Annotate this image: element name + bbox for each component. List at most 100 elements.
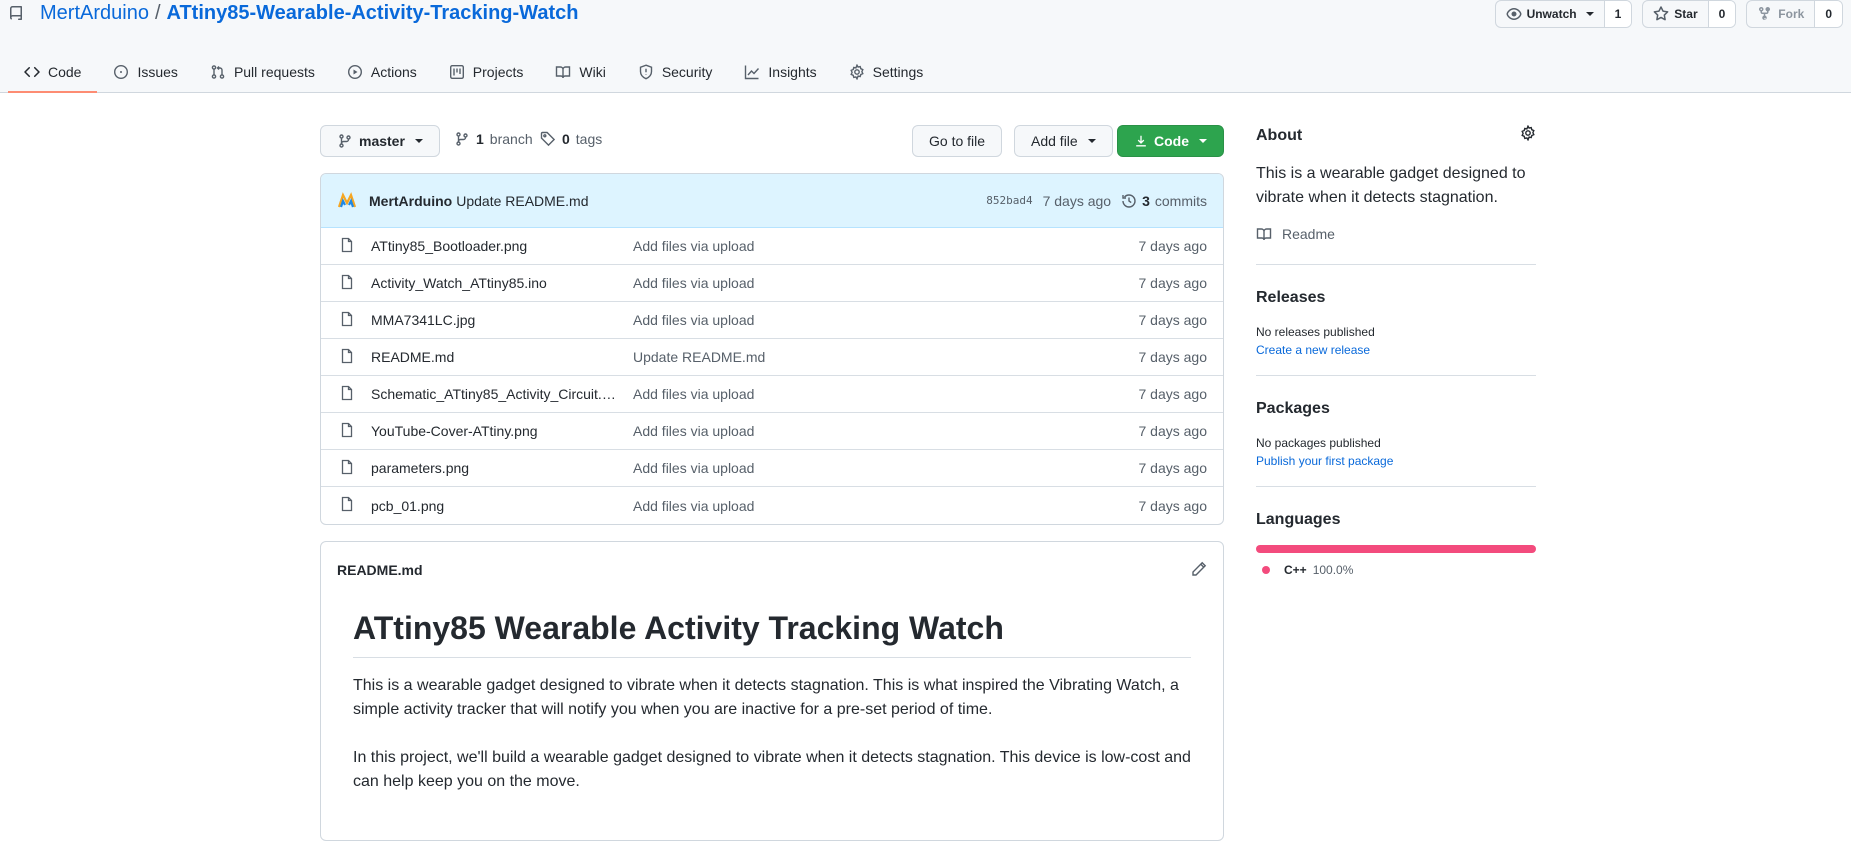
packages-section: Packages No packages published Publish y…: [1256, 400, 1536, 487]
table-row[interactable]: MMA7341LC.jpg Add files via upload 7 day…: [321, 302, 1223, 339]
tab-pull-requests[interactable]: Pull requests: [194, 50, 331, 93]
tag-count-label: tags: [575, 131, 603, 147]
tab-settings[interactable]: Settings: [833, 50, 940, 93]
create-release-link[interactable]: Create a new release: [1256, 341, 1536, 359]
commits-link[interactable]: 3 commits: [1121, 193, 1207, 209]
table-row[interactable]: pcb_01.png Add files via upload 7 days a…: [321, 487, 1223, 524]
branch-select-button[interactable]: master: [320, 125, 440, 157]
commit-author[interactable]: MertArduino: [369, 193, 452, 209]
branch-name: master: [359, 133, 405, 149]
tab-wiki[interactable]: Wiki: [539, 50, 621, 93]
add-file-label: Add file: [1031, 133, 1078, 149]
table-row[interactable]: parameters.png Add files via upload 7 da…: [321, 450, 1223, 487]
file-age: 7 days ago: [1138, 238, 1208, 254]
table-row[interactable]: README.md Update README.md 7 days ago: [321, 339, 1223, 376]
file-icon: [339, 385, 355, 404]
table-row[interactable]: ATtiny85_Bootloader.png Add files via up…: [321, 228, 1223, 265]
star-button[interactable]: Star: [1643, 1, 1709, 27]
tag-count: 0: [562, 131, 570, 147]
table-row[interactable]: Activity_Watch_ATtiny85.ino Add files vi…: [321, 265, 1223, 302]
file-name[interactable]: Activity_Watch_ATtiny85.ino: [371, 275, 619, 291]
tab-label: Projects: [472, 63, 524, 80]
shield-icon: [639, 63, 653, 79]
file-name[interactable]: README.md: [371, 349, 619, 365]
star-count[interactable]: 0: [1708, 1, 1736, 27]
star-button-group[interactable]: Star 0: [1642, 0, 1737, 28]
tab-label: Pull requests: [233, 63, 315, 80]
branch-count-label: branch: [489, 131, 533, 147]
repo-owner-link[interactable]: MertArduino: [40, 2, 149, 25]
file-name[interactable]: ATtiny85_Bootloader.png: [371, 238, 619, 254]
star-label: Star: [1674, 7, 1698, 21]
watch-count[interactable]: 1: [1604, 1, 1632, 27]
file-age: 7 days ago: [1138, 349, 1208, 365]
file-icon: [339, 422, 355, 441]
file-commit-message[interactable]: Add files via upload: [633, 498, 1139, 514]
avatar[interactable]: [337, 191, 357, 211]
tab-projects[interactable]: Projects: [433, 50, 540, 93]
language-item[interactable]: C++ 100.0%: [1256, 563, 1536, 577]
about-section: About This is a wearable gadget designed…: [1256, 124, 1536, 265]
file-commit-message[interactable]: Add files via upload: [633, 386, 1139, 402]
publish-package-link[interactable]: Publish your first package: [1256, 452, 1536, 470]
releases-empty-text: No releases published: [1256, 325, 1375, 339]
book-icon: [556, 65, 571, 78]
fork-count[interactable]: 0: [1815, 1, 1842, 27]
file-commit-message[interactable]: Update README.md: [633, 349, 1139, 365]
gear-icon[interactable]: [1520, 124, 1536, 146]
tab-issues[interactable]: Issues: [97, 50, 193, 93]
tab-actions[interactable]: Actions: [331, 50, 433, 93]
pencil-icon[interactable]: [1191, 561, 1207, 580]
file-name[interactable]: MMA7341LC.jpg: [371, 312, 619, 328]
repo-name-link[interactable]: ATtiny85-Wearable-Activity-Tracking-Watc…: [167, 2, 579, 25]
file-icon: [339, 237, 355, 256]
about-title: About: [1256, 124, 1536, 146]
file-commit-message[interactable]: Add files via upload: [633, 460, 1139, 476]
table-row[interactable]: YouTube-Cover-ATtiny.png Add files via u…: [321, 413, 1223, 450]
file-age: 7 days ago: [1138, 386, 1208, 402]
tab-label: Security: [661, 63, 713, 80]
file-icon: [339, 274, 355, 293]
code-button[interactable]: Code: [1117, 125, 1224, 157]
file-icon: [339, 459, 355, 478]
file-commit-message[interactable]: Add files via upload: [633, 423, 1139, 439]
tab-security[interactable]: Security: [622, 50, 729, 93]
repo-sidebar: About This is a wearable gadget designed…: [1256, 124, 1536, 617]
releases-section: Releases No releases published Create a …: [1256, 289, 1536, 376]
fork-button-group[interactable]: Fork 0: [1746, 0, 1843, 28]
languages-section: Languages C++ 100.0%: [1256, 511, 1536, 593]
commit-message[interactable]: Update README.md: [456, 193, 588, 209]
watch-button[interactable]: Unwatch: [1496, 1, 1605, 27]
file-age: 7 days ago: [1138, 497, 1208, 514]
readme-header: README.md: [321, 542, 1223, 598]
commit-sha[interactable]: 852bad4: [986, 194, 1032, 207]
repo-icon: [8, 5, 24, 22]
watch-button-group[interactable]: Unwatch 1: [1494, 0, 1633, 28]
repo-actions: Unwatch 1 Star 0 Fork 0: [1494, 0, 1843, 28]
chevron-down-icon: [414, 139, 423, 143]
go-to-file-button[interactable]: Go to file: [912, 125, 1003, 157]
tab-label: Wiki: [579, 63, 606, 80]
file-name[interactable]: parameters.png: [371, 460, 619, 476]
file-name[interactable]: YouTube-Cover-ATtiny.png: [371, 423, 619, 439]
tag-icon: [540, 131, 556, 147]
tab-insights[interactable]: Insights: [728, 50, 832, 93]
file-commit-message[interactable]: Add files via upload: [633, 238, 1139, 254]
file-name[interactable]: Schematic_ATtiny85_Activity_Circuit.p...: [371, 386, 619, 402]
fork-button[interactable]: Fork: [1747, 1, 1816, 27]
file-commit-message[interactable]: Add files via upload: [633, 275, 1139, 291]
branches-link[interactable]: 1 branch: [454, 131, 533, 147]
readme-link[interactable]: Readme: [1256, 226, 1536, 242]
commit-age: 7 days ago: [1042, 192, 1112, 209]
file-commit-message[interactable]: Add files via upload: [633, 312, 1139, 328]
releases-title[interactable]: Releases: [1256, 289, 1536, 307]
fork-icon: [1759, 6, 1771, 21]
branch-count: 1: [476, 131, 484, 147]
file-name[interactable]: pcb_01.png: [371, 498, 619, 514]
packages-title[interactable]: Packages: [1256, 400, 1536, 418]
repo-title: MertArduino / ATtiny85-Wearable-Activity…: [8, 2, 578, 25]
table-row[interactable]: Schematic_ATtiny85_Activity_Circuit.p...…: [321, 376, 1223, 413]
tags-link[interactable]: 0 tags: [540, 131, 602, 147]
add-file-button[interactable]: Add file: [1014, 125, 1113, 157]
tab-code[interactable]: Code: [8, 50, 98, 93]
